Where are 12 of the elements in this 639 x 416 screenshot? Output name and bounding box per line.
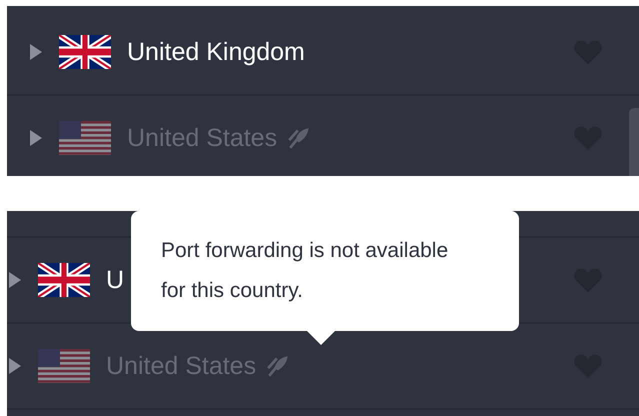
flag-icon <box>59 35 111 69</box>
flag-icon <box>38 349 90 383</box>
expand-arrow-icon[interactable] <box>9 272 21 288</box>
expand-arrow-icon[interactable] <box>30 44 42 60</box>
flag-icon <box>38 263 90 297</box>
country-name: U <box>106 266 124 294</box>
country-name: United States <box>106 352 256 380</box>
country-row[interactable]: United Kingdom <box>7 10 639 96</box>
country-name: United States <box>127 124 278 152</box>
tooltip-text: Port forwarding is not available for this country. <box>161 238 450 304</box>
country-name: United Kingdom <box>127 38 305 66</box>
flag-icon <box>59 121 111 155</box>
